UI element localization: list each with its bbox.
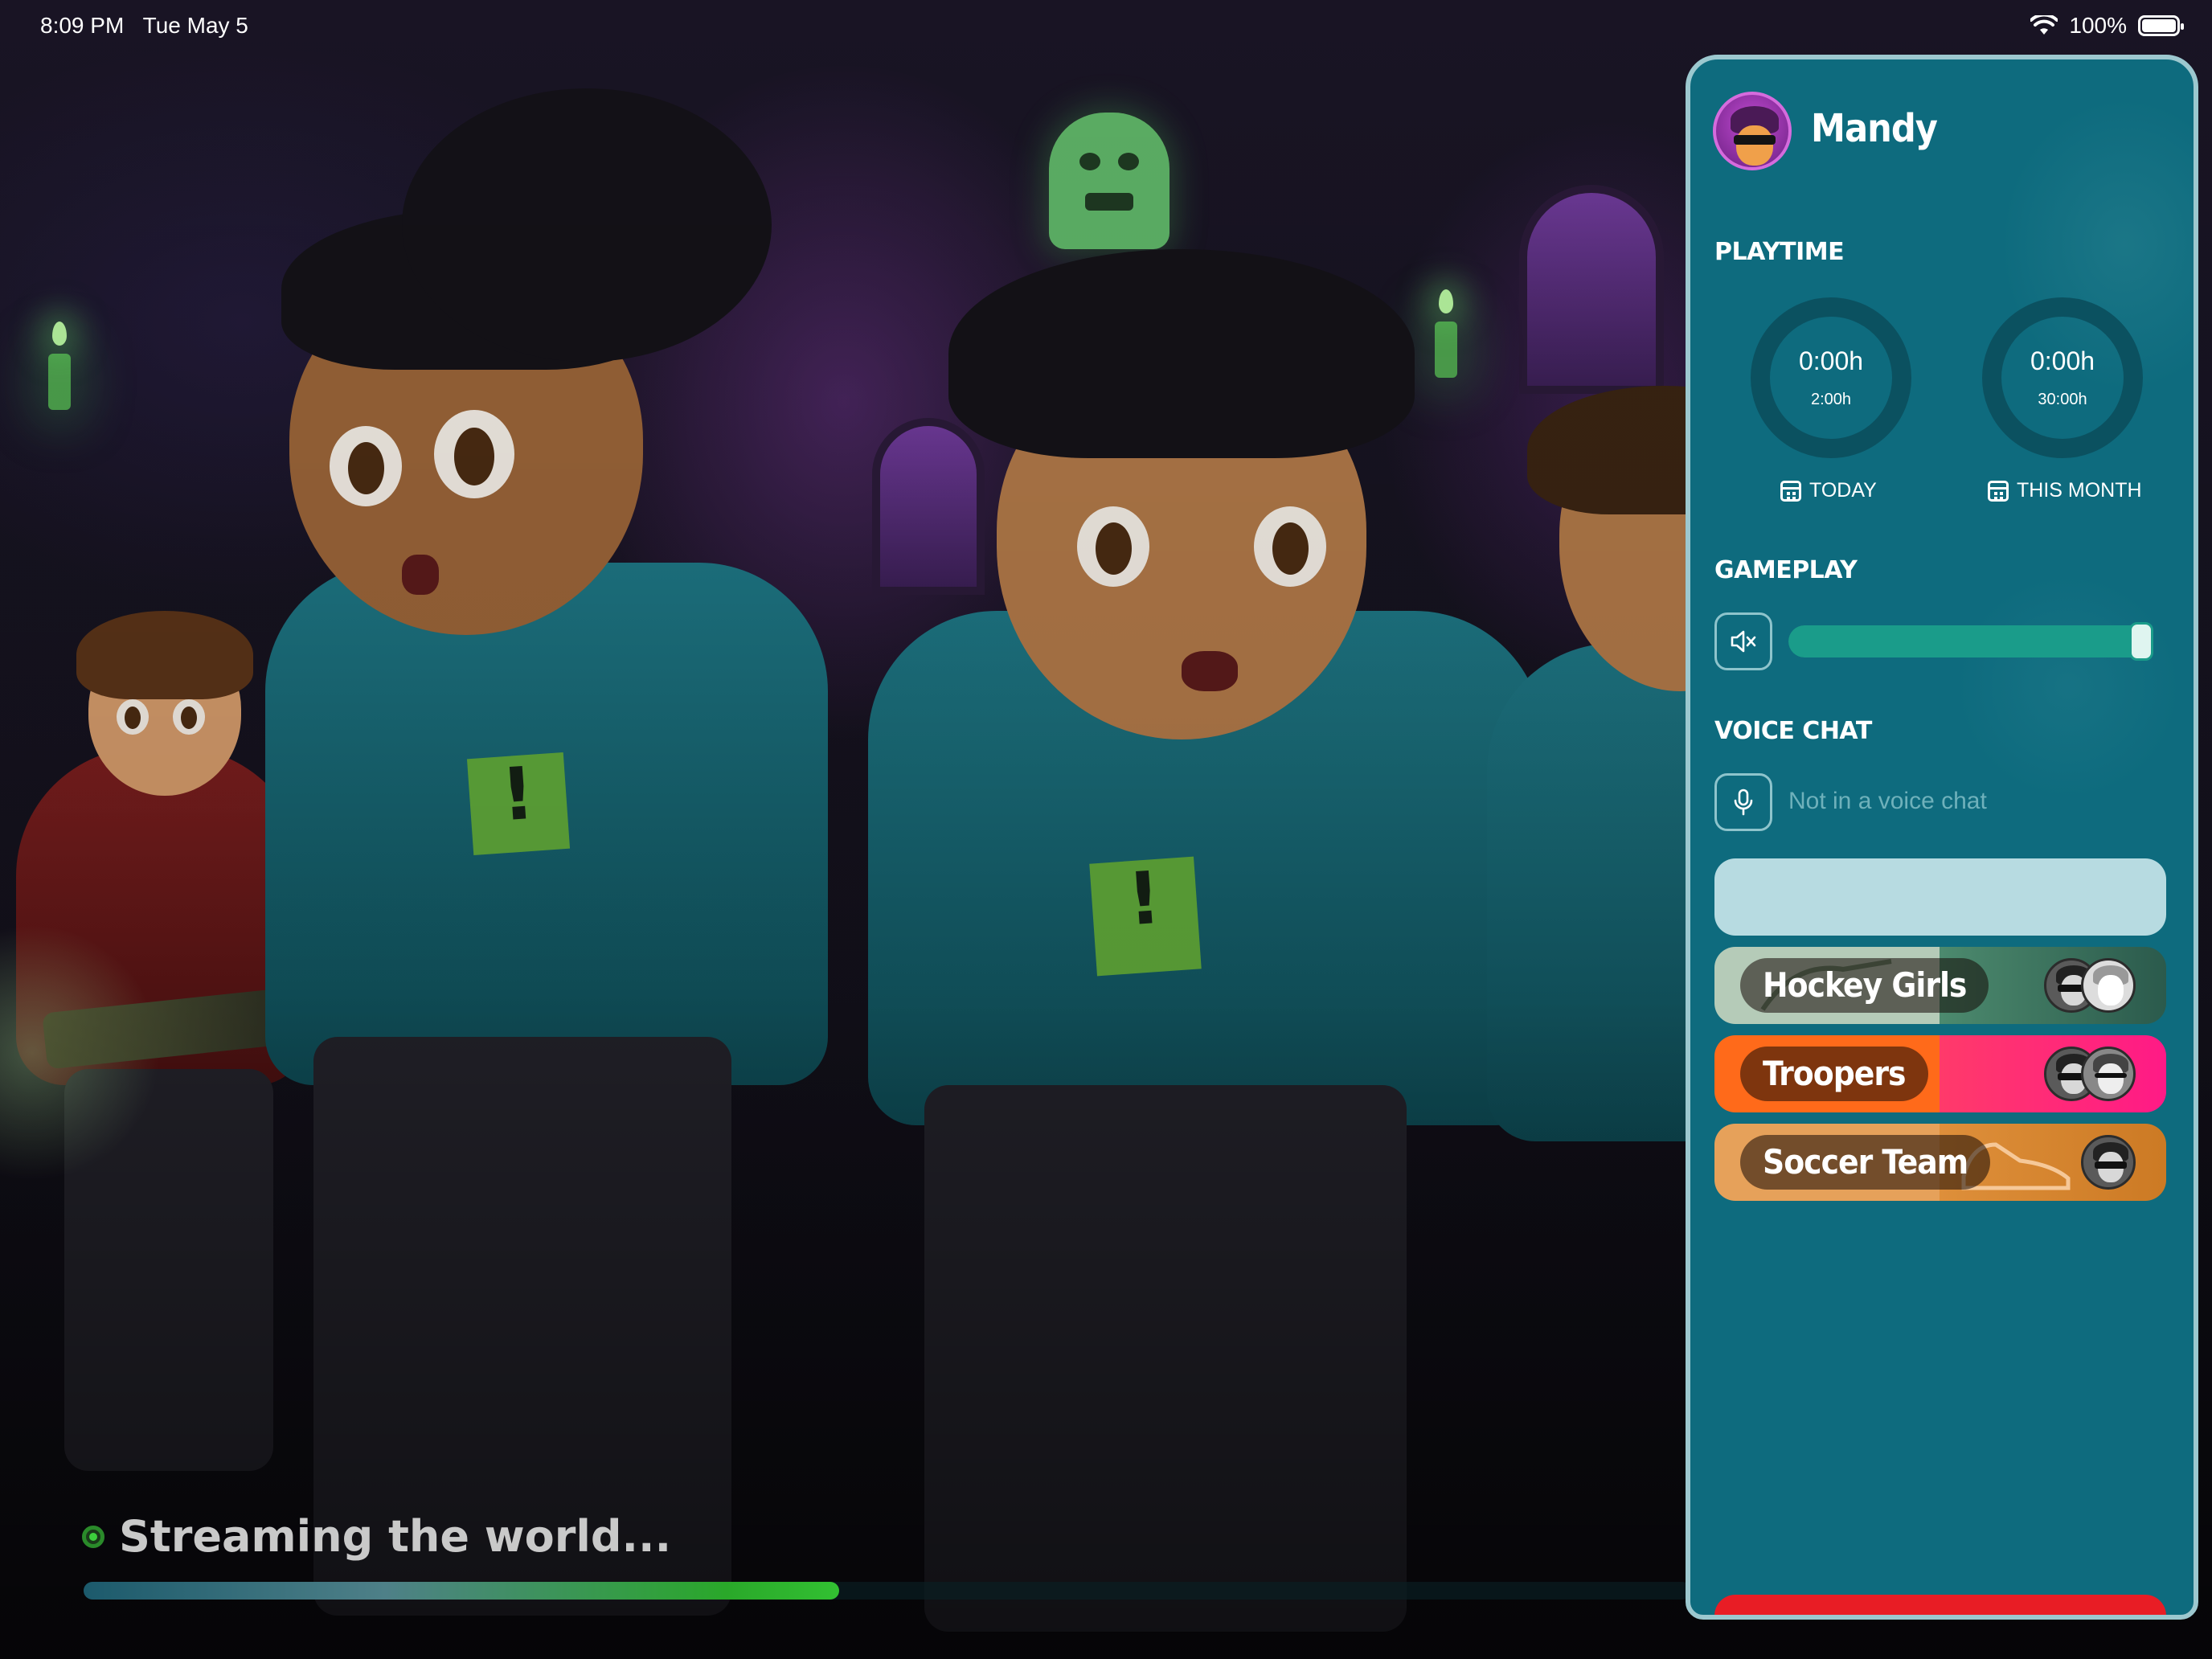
battery-icon xyxy=(2138,15,2184,36)
playtime-month-label: THIS MONTH xyxy=(2017,479,2142,502)
team-name: Troopers xyxy=(1740,1047,1928,1101)
playtime-month-limit: 30:00h xyxy=(2038,391,2087,408)
team-name: Soccer Team xyxy=(1740,1135,1991,1190)
gameplay-heading: GAMEPLAY xyxy=(1714,556,1858,584)
volume-slider-thumb[interactable] xyxy=(2129,622,2153,661)
gameplay-volume-slider[interactable] xyxy=(1788,622,2153,661)
clock-time: 8:09 PM xyxy=(40,13,125,38)
playtime-today-caption: TODAY xyxy=(1780,479,1877,502)
volume-slider-fill xyxy=(1788,625,2153,657)
calendar-icon xyxy=(1780,480,1801,502)
playtime-today-ring: 0:00h 2:00h xyxy=(1751,297,1911,458)
status-time: 8:09 PM Tue May 5 xyxy=(40,13,248,39)
playtime-today-used: 0:00h xyxy=(1798,346,1864,375)
voice-chat-heading: VOICE CHAT xyxy=(1714,717,1872,745)
loading-progress-fill xyxy=(84,1582,839,1600)
team-card-hockey-girls[interactable]: Hockey Girls xyxy=(1714,947,2166,1024)
playtime-month-caption: THIS MONTH xyxy=(1988,479,2142,502)
team-name: Hockey Girls xyxy=(1740,958,1989,1013)
player-side-panel: Mandy PLAYTIME 0:00h 2:00h 0:00h 30:00h … xyxy=(1686,55,2198,1620)
calendar-icon xyxy=(1988,480,2009,502)
playtime-heading: PLAYTIME xyxy=(1714,238,1845,266)
loading-progress-bar xyxy=(84,1582,1691,1600)
playtime-today-label: TODAY xyxy=(1809,479,1877,502)
status-bar: 8:09 PM Tue May 5 100% xyxy=(0,0,2212,51)
team-member-avatar xyxy=(2081,958,2136,1013)
voice-chat-action-button[interactable] xyxy=(1714,858,2166,936)
team-card-troopers[interactable]: Troopers xyxy=(1714,1035,2166,1112)
user-avatar[interactable] xyxy=(1713,92,1792,170)
loading-status: Streaming the world... xyxy=(82,1511,671,1562)
playtime-today-limit: 2:00h xyxy=(1810,391,1852,408)
microphone-icon xyxy=(1734,789,1753,816)
playtime-month-ring: 0:00h 30:00h xyxy=(1982,297,2143,458)
mute-toggle-button[interactable] xyxy=(1714,612,1772,670)
playtime-month-used: 0:00h xyxy=(2030,346,2095,375)
voice-chat-status: Not in a voice chat xyxy=(1788,788,1987,814)
team-card-soccer-team[interactable]: Soccer Team xyxy=(1714,1124,2166,1201)
wifi-icon xyxy=(2030,15,2058,35)
team-member-avatar xyxy=(2081,1135,2136,1190)
battery-percent: 100% xyxy=(2069,13,2127,38)
team-member-avatar xyxy=(2081,1047,2136,1101)
microphone-button[interactable] xyxy=(1714,773,1772,831)
loading-text: Streaming the world... xyxy=(119,1511,672,1562)
speaker-mute-icon xyxy=(1731,630,1756,653)
leave-button[interactable] xyxy=(1714,1595,2166,1615)
user-name: Mandy xyxy=(1811,106,1938,151)
status-dot-icon xyxy=(82,1525,104,1548)
clock-date: Tue May 5 xyxy=(142,13,248,38)
